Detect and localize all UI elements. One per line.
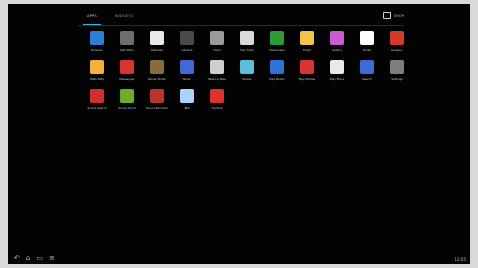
- back-icon[interactable]: ↶: [14, 252, 20, 264]
- app-label: Play Movies: [298, 77, 316, 81]
- app-icon: [90, 31, 104, 45]
- app-icon-tile[interactable]: Browser: [82, 29, 112, 58]
- app-icon: [360, 60, 374, 74]
- app-label: Movie Studio: [147, 77, 167, 81]
- app-icon: [180, 31, 194, 45]
- app-icon-tile[interactable]: Search: [352, 58, 382, 87]
- app-icon-tile[interactable]: Music: [172, 58, 202, 87]
- app-label: Dev Tools: [240, 48, 254, 52]
- store-label: SHOP: [394, 13, 404, 18]
- app-label: Gmail: [362, 48, 372, 52]
- app-icon-tile[interactable]: Hello Kitty: [82, 58, 112, 87]
- app-icon-tile[interactable]: Places: [232, 58, 262, 87]
- app-icon-tile[interactable]: Sound Search: [82, 87, 112, 116]
- app-icon: [390, 60, 404, 74]
- system-navbar: ↶ ⌂ ▭ ≡: [8, 252, 470, 264]
- app-label: Hello Kitty: [89, 77, 105, 81]
- app-label: Clock: [213, 48, 221, 52]
- app-label: Play Store: [329, 77, 345, 81]
- app-label: Music: [183, 77, 191, 81]
- shopping-bag-icon: [383, 12, 392, 19]
- app-icon-tile[interactable]: Settings: [382, 58, 412, 87]
- tab-apps[interactable]: APPS: [83, 11, 101, 25]
- tab-widgets[interactable]: WIDGETS: [111, 11, 137, 25]
- app-label: Search: [362, 77, 372, 81]
- app-icon-tile[interactable]: Play Movies: [292, 58, 322, 87]
- app-label: Google+: [390, 48, 404, 52]
- app-label: Play Books: [269, 77, 285, 81]
- app-icon-tile[interactable]: Talk: [172, 87, 202, 116]
- home-icon[interactable]: ⌂: [26, 252, 30, 264]
- app-icon-tile[interactable]: Sound Droid: [112, 87, 142, 116]
- app-icon-tile[interactable]: Dev Tools: [232, 29, 262, 58]
- app-icon-tile[interactable]: Messenger: [112, 58, 142, 87]
- app-label: YouTube: [211, 106, 223, 110]
- app-icon: [150, 89, 164, 103]
- app-icon: [390, 31, 404, 45]
- app-icon: [120, 31, 134, 45]
- app-icon: [300, 60, 314, 74]
- status-area: 12:05: [454, 257, 466, 262]
- app-label: Talk: [184, 106, 190, 110]
- app-icon-tile[interactable]: News & Wea: [202, 58, 232, 87]
- launcher-tabs: APPS WIDGETS: [83, 11, 137, 25]
- app-icon-tile[interactable]: Downloads: [262, 29, 292, 58]
- app-grid: Browser Calculator Calendar Camera Clock Dev …: [82, 29, 412, 116]
- app-icon: [120, 89, 134, 103]
- store-shortcut[interactable]: SHOP: [383, 12, 404, 19]
- app-icon-tile[interactable]: Calendar: [142, 29, 172, 58]
- app-icon: [210, 89, 224, 103]
- app-icon-tile[interactable]: Sound Recorder: [142, 87, 172, 116]
- app-icon: [360, 31, 374, 45]
- app-icon-tile[interactable]: Movie Studio: [142, 58, 172, 87]
- app-icon-tile[interactable]: YouTube: [202, 87, 232, 116]
- app-icon-tile[interactable]: Calculator: [112, 29, 142, 58]
- app-icon: [270, 31, 284, 45]
- app-label: Gallery: [332, 48, 342, 52]
- app-icon: [180, 89, 194, 103]
- app-icon: [90, 60, 104, 74]
- tab-divider: [78, 25, 404, 26]
- app-icon: [300, 31, 314, 45]
- app-label: Email: [303, 48, 311, 52]
- app-icon: [120, 60, 134, 74]
- screen: APPS WIDGETS SHOP Browser Calculator Calen…: [8, 4, 470, 264]
- app-label: Browser: [91, 48, 103, 52]
- app-icon-tile[interactable]: Play Books: [262, 58, 292, 87]
- app-icon-tile[interactable]: Clock: [202, 29, 232, 58]
- app-label: Camera: [181, 48, 193, 52]
- app-label: Downloads: [269, 48, 285, 52]
- app-icon: [90, 89, 104, 103]
- app-icon: [330, 31, 344, 45]
- app-label: Sound Droid: [118, 106, 136, 110]
- device-frame: APPS WIDGETS SHOP Browser Calculator Calen…: [0, 0, 478, 268]
- app-icon-tile[interactable]: Google+: [382, 29, 412, 58]
- app-label: Settings: [391, 77, 403, 81]
- app-label: Sound Search: [87, 106, 107, 110]
- app-icon-tile[interactable]: Gallery: [322, 29, 352, 58]
- app-icon-tile[interactable]: Gmail: [352, 29, 382, 58]
- app-icon: [330, 60, 344, 74]
- app-icon-tile[interactable]: Email: [292, 29, 322, 58]
- app-icon: [270, 60, 284, 74]
- recent-apps-icon[interactable]: ▭: [36, 252, 43, 264]
- app-icon-tile[interactable]: Play Store: [322, 58, 352, 87]
- app-label: Calendar: [150, 48, 164, 52]
- app-label: Sound Recorder: [145, 106, 169, 110]
- app-icon: [210, 31, 224, 45]
- app-label: Places: [242, 77, 252, 81]
- app-label: Messenger: [119, 77, 135, 81]
- app-icon: [150, 60, 164, 74]
- app-icon: [150, 31, 164, 45]
- app-icon: [240, 31, 254, 45]
- app-label: News & Wea: [208, 77, 226, 81]
- app-icon: [240, 60, 254, 74]
- time-text: 12:05: [454, 257, 466, 262]
- app-icon: [180, 60, 194, 74]
- menu-icon[interactable]: ≡: [49, 252, 55, 264]
- app-label: Calculator: [119, 48, 135, 52]
- app-icon-tile[interactable]: Camera: [172, 29, 202, 58]
- app-icon: [210, 60, 224, 74]
